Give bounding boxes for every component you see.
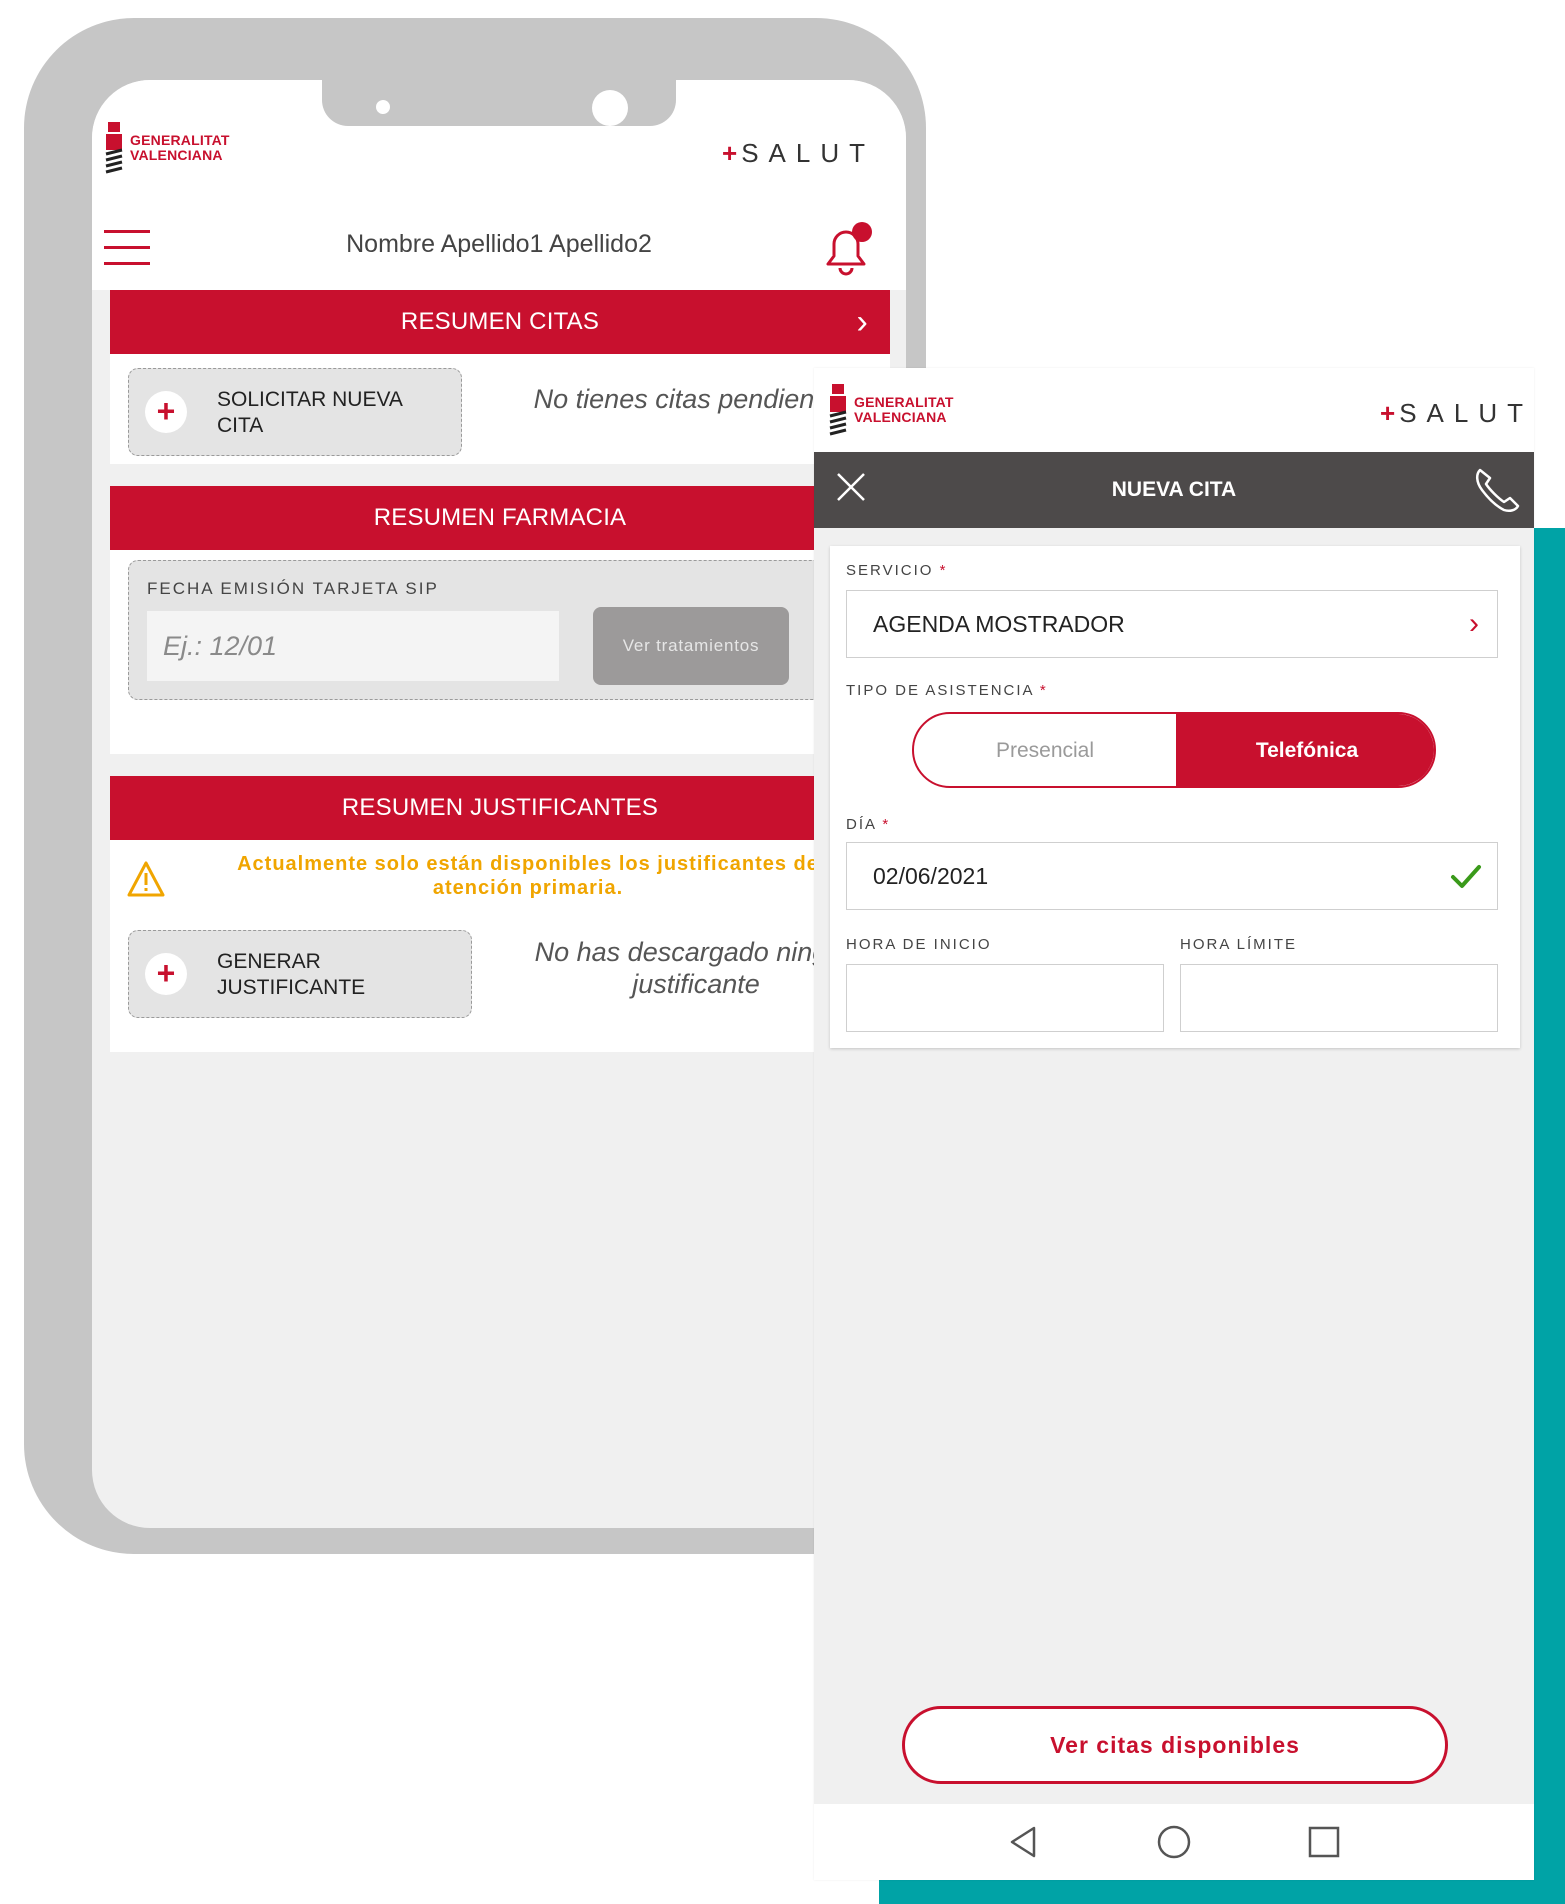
salut-brand: +SALUT: [722, 138, 875, 169]
check-icon: [1451, 865, 1481, 888]
resumen-justificantes-title: RESUMEN JUSTIFICANTES: [341, 794, 659, 821]
nav-home-icon[interactable]: [1154, 1822, 1194, 1862]
servicio-select[interactable]: AGENDA MOSTRADOR ›: [846, 590, 1498, 658]
phone-icon[interactable]: [1470, 464, 1522, 516]
logo-text-line2: VALENCIANA: [130, 147, 223, 163]
nav-recents-icon[interactable]: [1304, 1822, 1344, 1862]
generalitat-logo-icon: [105, 122, 123, 174]
servicio-value: AGENDA MOSTRADOR: [873, 611, 1125, 637]
plus-icon: +: [145, 953, 187, 995]
page-title: NUEVA CITA: [1111, 478, 1237, 501]
phone-frame: GENERALITAT VALENCIANA +SALUT Nombre Ape…: [24, 18, 926, 1554]
solicitar-label-line1: SOLICITAR NUEVA: [217, 388, 403, 411]
justificantes-card: Actualmente solo están disponibles los j…: [110, 840, 890, 1052]
resumen-justificantes-header[interactable]: RESUMEN JUSTIFICANTES: [110, 776, 890, 840]
warning-line2: atención primaria.: [432, 877, 624, 899]
user-name: Nombre Apellido1 Apellido2: [346, 230, 652, 258]
ver-tratamientos-button[interactable]: Ver tratamientos: [593, 607, 789, 685]
chevron-right-icon: ›: [856, 303, 868, 341]
hora-limite-input[interactable]: [1180, 964, 1498, 1032]
solicitar-nueva-cita-button[interactable]: + SOLICITAR NUEVA CITA: [128, 368, 462, 456]
phone-notch: [322, 78, 676, 126]
generar-label-line1: GENERAR: [217, 950, 321, 973]
fecha-emision-label: FECHA EMISIÓN TARJETA SIP: [147, 579, 439, 598]
nueva-cita-form: SERVICIO * AGENDA MOSTRADOR › TIPO DE AS…: [830, 546, 1520, 1048]
dia-input[interactable]: 02/06/2021: [846, 842, 1498, 910]
resumen-farmacia-title: RESUMEN FARMACIA: [373, 504, 627, 531]
option-presencial[interactable]: Presencial: [914, 714, 1176, 786]
close-icon[interactable]: [834, 470, 868, 504]
logo-text-line1: GENERALITAT: [854, 394, 954, 410]
nueva-cita-toolbar: NUEVA CITA: [814, 452, 1534, 528]
generar-justificante-button[interactable]: + GENERAR JUSTIFICANTE: [128, 930, 472, 1018]
generalitat-logo-icon: [829, 384, 847, 436]
logo-text-line2: VALENCIANA: [854, 409, 947, 425]
citas-card: + SOLICITAR NUEVA CITA No tienes citas p…: [110, 354, 890, 464]
justificantes-warning: Actualmente solo están disponibles los j…: [110, 840, 890, 920]
logo-text-line1: GENERALITAT: [130, 132, 230, 148]
android-nav-bar: [814, 1804, 1534, 1880]
salut-brand: +SALUT: [1380, 398, 1533, 429]
dia-value: 02/06/2021: [873, 863, 989, 889]
fecha-emision-input[interactable]: Ej.: 12/01: [147, 611, 559, 681]
warning-line1: Actualmente solo están disponibles los j…: [237, 853, 819, 875]
generalitat-logo: GENERALITAT VALENCIANA: [828, 382, 954, 438]
resumen-citas-header[interactable]: RESUMEN CITAS ›: [110, 290, 890, 354]
ver-citas-disponibles-button[interactable]: Ver citas disponibles: [902, 1706, 1448, 1784]
salut-plus: +: [722, 138, 742, 168]
warning-icon: [127, 861, 165, 897]
hora-inicio-label: HORA DE INICIO: [846, 936, 992, 953]
option-telefonica[interactable]: Telefónica: [1176, 714, 1434, 786]
generalitat-logo: GENERALITAT VALENCIANA: [104, 120, 230, 176]
nueva-cita-screen: GENERALITAT VALENCIANA +SALUT NUEVA CITA…: [814, 368, 1534, 1880]
solicitar-label-line2: CITA: [217, 414, 264, 437]
servicio-label: SERVICIO *: [846, 562, 948, 579]
generar-label-line2: JUSTIFICANTE: [217, 976, 366, 999]
farmacia-card: FECHA EMISIÓN TARJETA SIP Ej.: 12/01 Ver…: [110, 550, 890, 754]
farmacia-form-box: FECHA EMISIÓN TARJETA SIP Ej.: 12/01 Ver…: [128, 560, 868, 700]
hora-inicio-input[interactable]: [846, 964, 1164, 1032]
chevron-right-icon: ›: [1469, 607, 1479, 640]
nav-back-icon[interactable]: [1004, 1822, 1044, 1862]
salut-text: SALUT: [1399, 398, 1533, 428]
app-header: GENERALITAT VALENCIANA +SALUT: [814, 368, 1534, 452]
front-sensor: [376, 100, 390, 114]
tipo-asistencia-toggle: Presencial Telefónica: [912, 712, 1436, 788]
resumen-citas-title: RESUMEN CITAS: [400, 308, 600, 335]
tipo-asistencia-label: TIPO DE ASISTENCIA *: [846, 682, 1048, 699]
left-app-screen: GENERALITAT VALENCIANA +SALUT Nombre Ape…: [92, 80, 906, 1528]
hora-limite-label: HORA LÍMITE: [1180, 936, 1298, 953]
salut-text: SALUT: [741, 138, 875, 168]
resumen-farmacia-header[interactable]: RESUMEN FARMACIA: [110, 486, 890, 550]
plus-icon: +: [145, 391, 187, 433]
dia-label: DÍA *: [846, 816, 891, 833]
notification-bell-icon[interactable]: [816, 220, 876, 280]
front-camera: [592, 90, 628, 126]
salut-plus: +: [1380, 398, 1400, 428]
